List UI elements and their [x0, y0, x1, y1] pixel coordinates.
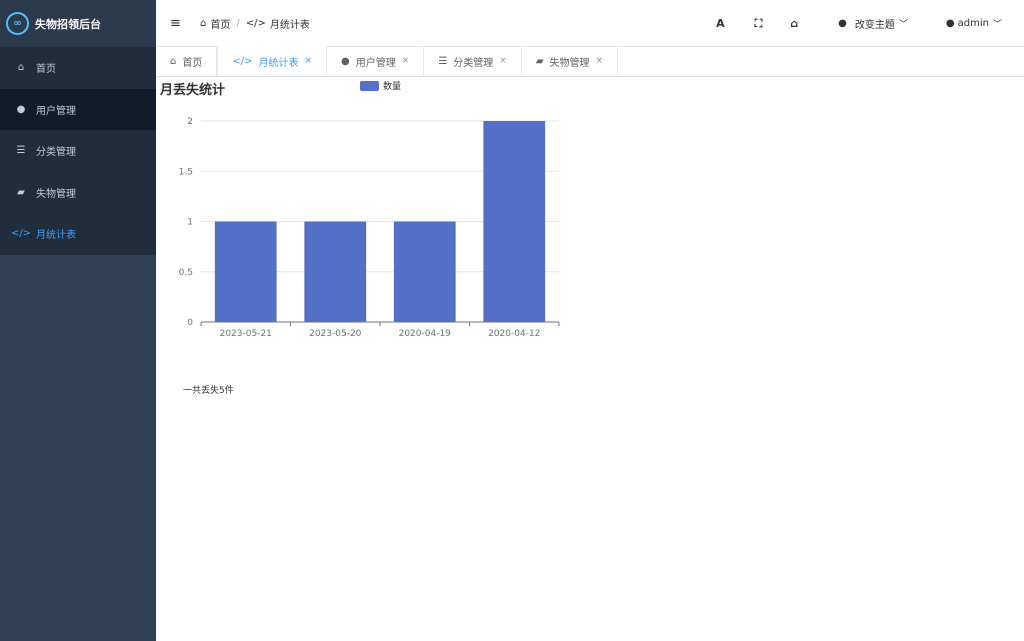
close-icon[interactable]: × [305, 56, 313, 66]
tags-view: ⌂ 首页 </> 月统计表 × ● 用户管理 × ☰ 分类管理 × ▰ 失物管理… [156, 46, 1024, 77]
home-icon: ⌂ [170, 55, 177, 67]
sidebar-item-label: 首页 [36, 64, 56, 76]
legend-swatch [360, 80, 379, 91]
bar [393, 221, 456, 322]
tab-home[interactable]: ⌂ 首页 [156, 46, 218, 76]
fullscreen-icon[interactable]: ⛶ [755, 17, 763, 31]
code-icon: </> [232, 55, 253, 67]
sidebar-item-home[interactable]: ⌂ 首页 [0, 47, 156, 89]
user-icon: ● [341, 55, 350, 67]
breadcrumb-current: 月统计表 [269, 19, 310, 31]
navbar: ≡ ⌂ 首页 / </> 月统计表 A ⛶ ⌂ ● 改变主题 ﹀ ● admin… [156, 0, 1024, 47]
sidebar-item-lost-items[interactable]: ▰ 失物管理 [0, 172, 156, 214]
list-icon: ☰ [438, 55, 448, 67]
font-size-icon[interactable]: A [716, 17, 725, 30]
user-dropdown[interactable]: ● admin ﹀ [946, 17, 1002, 30]
sidebar: ∞ 失物招领后台 ⌂ 首页 ● 用户管理 ☰ 分类管理 ▰ 失物管理 </> 月… [0, 0, 156, 641]
user-icon: ● [945, 18, 955, 29]
bar [214, 221, 277, 322]
y-tick-label: 2 [187, 117, 193, 127]
bar-chart: 0 0.5 1 1.5 2 2023-05-21 2023-05-20 2020-04-19 2… [179, 117, 560, 339]
tab-monthly-stats[interactable]: </> 月统计表 × [217, 46, 328, 76]
sidebar-item-label: 月统计表 [36, 230, 76, 242]
hamburger-icon[interactable]: ≡ [170, 16, 184, 31]
code-icon: </> [10, 228, 32, 240]
bar [304, 221, 367, 322]
sidebar-item-label: 分类管理 [36, 147, 76, 159]
theme-dropdown[interactable]: ● 改变主题 ﹀ [838, 16, 908, 31]
chevron-down-icon: ﹀ [898, 20, 908, 30]
tab-label: 分类管理 [453, 57, 494, 69]
sidebar-item-users[interactable]: ● 用户管理 [0, 88, 156, 130]
app-title: 失物招领后台 [35, 17, 101, 31]
summary-text: 一共丢失5件 [183, 386, 234, 396]
bar [483, 121, 546, 322]
tab-users[interactable]: ● 用户管理 × [327, 46, 425, 76]
sidebar-item-categories[interactable]: ☰ 分类管理 [0, 130, 156, 172]
sidebar-item-label: 用户管理 [36, 105, 76, 117]
palette-icon: ● [838, 18, 847, 29]
truck-icon: ▰ [535, 55, 544, 67]
x-tick-label: 2023-05-21 [220, 329, 272, 339]
tab-label: 月统计表 [258, 57, 299, 69]
chart-title: 月丢失统计 [160, 83, 226, 98]
user-name: admin [957, 18, 989, 29]
breadcrumb-separator: / [236, 17, 240, 29]
home-icon: ⌂ [200, 17, 207, 29]
tab-label: 失物管理 [549, 57, 590, 69]
y-tick-label: 0.5 [179, 268, 193, 278]
close-icon[interactable]: × [596, 56, 604, 66]
tab-lost-items[interactable]: ▰ 失物管理 × [522, 46, 619, 76]
list-icon: ☰ [16, 145, 26, 157]
x-tick-label: 2020-04-12 [488, 329, 540, 339]
tab-label: 用户管理 [355, 57, 396, 69]
logo[interactable]: ∞ 失物招领后台 [0, 0, 156, 47]
truck-icon: ▰ [17, 186, 25, 198]
home-icon: ⌂ [17, 62, 25, 74]
x-tick-label: 2023-05-20 [309, 329, 362, 339]
theme-label: 改变主题 [854, 20, 895, 31]
user-icon: ● [16, 103, 26, 115]
navbar-actions: A ⛶ ⌂ ● 改变主题 ﹀ ● admin ﹀ [716, 0, 1024, 47]
close-icon[interactable]: × [402, 56, 410, 66]
tab-label: 首页 [182, 57, 203, 69]
home-icon[interactable]: ⌂ [790, 17, 798, 30]
breadcrumb: ⌂ 首页 / </> 月统计表 [200, 16, 310, 31]
main-content: 0 0.5 1 1.5 2 2023-05-21 2023-05-20 2020-04-19 2… [156, 77, 1024, 641]
chevron-down-icon: ﹀ [992, 20, 1002, 30]
sidebar-item-monthly-stats[interactable]: </> 月统计表 [0, 213, 156, 255]
legend-label: 数量 [383, 82, 402, 92]
y-tick-label: 1.5 [179, 167, 193, 177]
y-tick-label: 0 [187, 318, 193, 328]
breadcrumb-home[interactable]: 首页 [210, 16, 230, 31]
code-icon: </> [245, 17, 266, 29]
logo-icon: ∞ [6, 12, 29, 35]
y-tick-label: 1 [187, 218, 193, 228]
tab-categories[interactable]: ☰ 分类管理 × [424, 46, 522, 76]
x-tick-label: 2020-04-19 [399, 329, 452, 339]
chart-legend[interactable]: 数量 [360, 79, 401, 92]
sidebar-menu: ⌂ 首页 ● 用户管理 ☰ 分类管理 ▰ 失物管理 </> 月统计表 [0, 47, 156, 255]
sidebar-item-label: 失物管理 [36, 188, 76, 200]
close-icon[interactable]: × [499, 56, 507, 66]
